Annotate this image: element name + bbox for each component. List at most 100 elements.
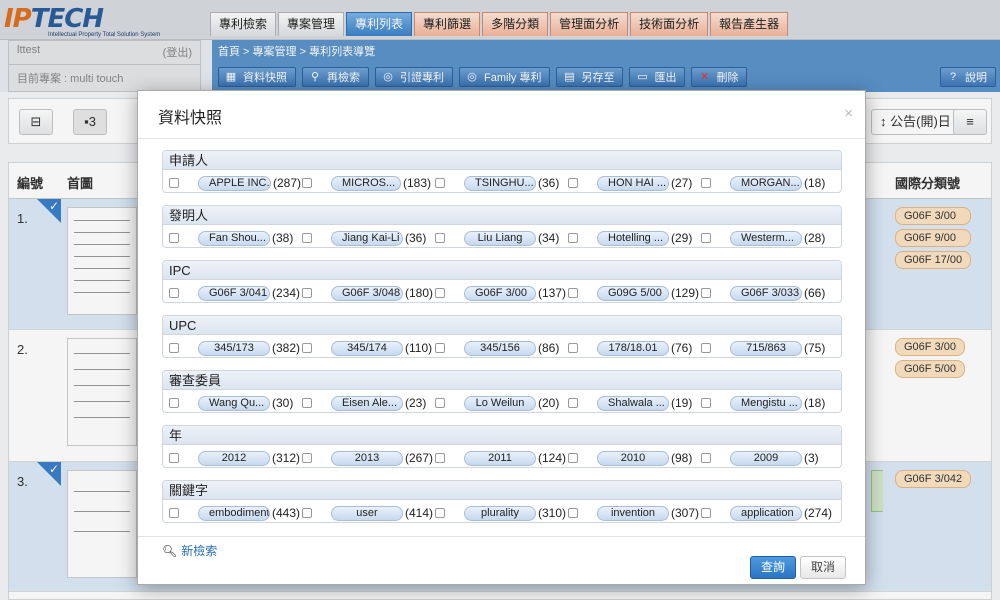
- snapshot-dialog: 資料快照 × 申請人 APPLE INC. (287) MICROS... (183) T…: [137, 90, 866, 585]
- facet-items: 345/173 (382) 345/174 (110) 345/156 (86) 178/1…: [169, 339, 841, 357]
- facet-checkbox[interactable]: [169, 343, 179, 353]
- facet-items: Fan Shou... (38) Jiang Kai-Li (36) Liu Liang…: [169, 229, 841, 247]
- facet-count: (66): [804, 286, 826, 300]
- facet-item: Jiang Kai-Li (36): [302, 229, 426, 247]
- facet-checkbox[interactable]: [701, 453, 711, 463]
- facet-items: APPLE INC. (287) MICROS... (183) TSINGHU...(…: [169, 174, 841, 192]
- facet-value-pill[interactable]: Eisen Ale...: [331, 395, 403, 411]
- facet-item: APPLE INC. (287): [169, 174, 301, 192]
- facet-value-pill[interactable]: G06F 3/033: [730, 285, 802, 301]
- facet-count: (30): [272, 396, 294, 410]
- facet-value-pill[interactable]: 345/174: [331, 340, 403, 356]
- query-button[interactable]: 查詢: [750, 556, 796, 579]
- facet-value-pill[interactable]: application: [730, 505, 802, 521]
- facet-value-pill[interactable]: HON HAI ...: [597, 175, 669, 191]
- facet-title: 關鍵字: [163, 481, 841, 500]
- facet-checkbox[interactable]: [169, 398, 179, 408]
- facet-items: embodiment (443) user (414) plurality (310) in…: [169, 504, 841, 522]
- facet-checkbox[interactable]: [435, 288, 445, 298]
- facet-checkbox[interactable]: [169, 453, 179, 463]
- facet-items: Wang Qu... (30) Eisen Ale... (23) Lo Weilun(…: [169, 394, 841, 412]
- facet-checkbox[interactable]: [701, 508, 711, 518]
- facet-value-pill[interactable]: Liu Liang: [464, 230, 536, 246]
- facet-value-pill[interactable]: Lo Weilun: [464, 395, 536, 411]
- facet-checkbox[interactable]: [701, 233, 711, 243]
- facet-checkbox[interactable]: [169, 288, 179, 298]
- facet-value-pill[interactable]: Shalwala ...: [597, 395, 669, 411]
- facet-value-pill[interactable]: 2009: [730, 450, 802, 466]
- facet-checkbox[interactable]: [435, 398, 445, 408]
- facet-checkbox[interactable]: [169, 178, 179, 188]
- facet-checkbox[interactable]: [302, 343, 312, 353]
- facet-checkbox[interactable]: [302, 398, 312, 408]
- facet-count: (180): [405, 286, 434, 300]
- facet-count: (38): [272, 231, 294, 245]
- facet-value-pill[interactable]: MORGAN...: [730, 175, 802, 191]
- facet-checkbox[interactable]: [435, 453, 445, 463]
- facet-checkbox[interactable]: [701, 343, 711, 353]
- facet-checkbox[interactable]: [568, 288, 578, 298]
- facet-checkbox[interactable]: [568, 453, 578, 463]
- facet-item: Westerm... (28): [701, 229, 825, 247]
- facet-checkbox[interactable]: [302, 233, 312, 243]
- facet-checkbox[interactable]: [701, 398, 711, 408]
- facet-count: (36): [538, 176, 560, 190]
- facet-value-pill[interactable]: G09G 5/00: [597, 285, 669, 301]
- facet-checkbox[interactable]: [302, 178, 312, 188]
- facet-value-pill[interactable]: G06F 3/00: [464, 285, 536, 301]
- facet-count: (110): [405, 341, 433, 355]
- facet-checkbox[interactable]: [435, 343, 445, 353]
- facet-checkbox[interactable]: [169, 233, 179, 243]
- facet-checkbox[interactable]: [568, 233, 578, 243]
- facet-item: Fan Shou... (38): [169, 229, 293, 247]
- facet-value-pill[interactable]: embodiment: [198, 505, 270, 521]
- facet-group: 關鍵字 embodiment (443) user (414) plurality (310…: [162, 480, 842, 523]
- facet-value-pill[interactable]: Wang Qu...: [198, 395, 270, 411]
- facet-checkbox[interactable]: [568, 398, 578, 408]
- facet-checkbox[interactable]: [701, 178, 711, 188]
- facet-value-pill[interactable]: 2012: [198, 450, 270, 466]
- facet-value-pill[interactable]: invention: [597, 505, 669, 521]
- dialog-title: 資料快照: [158, 110, 223, 127]
- new-search-link[interactable]: 🔍︎ 新檢索: [162, 542, 217, 559]
- facet-value-pill[interactable]: G06F 3/041: [198, 285, 270, 301]
- facet-value-pill[interactable]: 2011: [464, 450, 536, 466]
- facet-value-pill[interactable]: 345/173: [198, 340, 270, 356]
- facet-value-pill[interactable]: 2010: [597, 450, 669, 466]
- facet-value-pill[interactable]: TSINGHU...: [464, 175, 536, 191]
- facet-value-pill[interactable]: Fan Shou...: [198, 230, 270, 246]
- facet-value-pill[interactable]: 345/156: [464, 340, 536, 356]
- facet-checkbox[interactable]: [302, 453, 312, 463]
- close-icon[interactable]: ×: [844, 105, 853, 122]
- facet-checkbox[interactable]: [701, 288, 711, 298]
- facet-checkbox[interactable]: [568, 343, 578, 353]
- facet-value-pill[interactable]: Westerm...: [730, 230, 802, 246]
- facet-checkbox[interactable]: [435, 508, 445, 518]
- facet-value-pill[interactable]: MICROS...: [331, 175, 401, 191]
- facet-checkbox[interactable]: [169, 508, 179, 518]
- facet-checkbox[interactable]: [435, 178, 445, 188]
- facet-value-pill[interactable]: Hotelling ...: [597, 230, 669, 246]
- facet-value-pill[interactable]: Mengistu ...: [730, 395, 802, 411]
- facet-value-pill[interactable]: user: [331, 505, 403, 521]
- facet-item: embodiment (443): [169, 504, 300, 522]
- facet-item: Liu Liang (34): [435, 229, 559, 247]
- facet-checkbox[interactable]: [568, 508, 578, 518]
- facet-value-pill[interactable]: 178/18.01: [597, 340, 669, 356]
- facet-count: (267): [405, 451, 434, 465]
- facet-value-pill[interactable]: Jiang Kai-Li: [331, 230, 403, 246]
- facet-value-pill[interactable]: G06F 3/048: [331, 285, 403, 301]
- facet-item: G06F 3/041 (234): [169, 284, 300, 302]
- facet-value-pill[interactable]: APPLE INC.: [198, 175, 271, 191]
- facet-item: 2013 (267): [302, 449, 433, 467]
- facet-checkbox[interactable]: [302, 508, 312, 518]
- facet-item: MORGAN... (18): [701, 174, 825, 192]
- facet-value-pill[interactable]: 715/863: [730, 340, 802, 356]
- facet-count: (129): [671, 286, 700, 300]
- facet-checkbox[interactable]: [568, 178, 578, 188]
- facet-checkbox[interactable]: [435, 233, 445, 243]
- cancel-button[interactable]: 取消: [800, 556, 846, 579]
- facet-value-pill[interactable]: plurality: [464, 505, 536, 521]
- facet-value-pill[interactable]: 2013: [331, 450, 403, 466]
- facet-checkbox[interactable]: [302, 288, 312, 298]
